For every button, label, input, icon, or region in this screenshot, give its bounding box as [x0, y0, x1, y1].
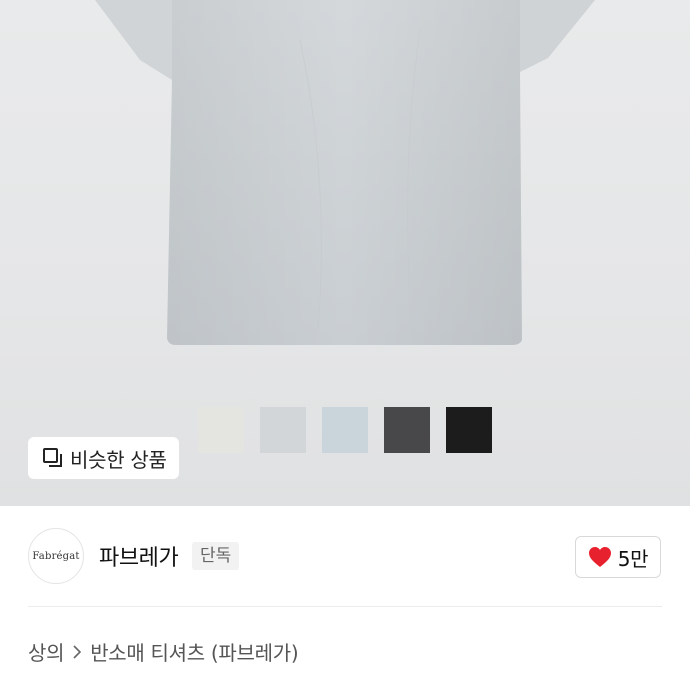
color-swatches	[198, 407, 492, 453]
color-swatch[interactable]	[384, 407, 430, 453]
section-divider	[28, 606, 662, 607]
similar-items-icon	[43, 448, 62, 467]
heart-icon	[588, 547, 611, 567]
color-swatch[interactable]	[198, 407, 244, 453]
brand-name[interactable]: 파브레가	[99, 540, 179, 572]
similar-products-label: 비슷한 상품	[70, 447, 167, 472]
like-button[interactable]: 5만	[575, 536, 661, 578]
color-swatch[interactable]	[322, 407, 368, 453]
exclusive-badge: 단독	[192, 542, 240, 570]
chevron-right-icon	[73, 644, 82, 659]
breadcrumb-item-category[interactable]: 상의	[28, 637, 65, 666]
product-image-area[interactable]: 비슷한 상품	[0, 0, 690, 506]
similar-products-button[interactable]: 비슷한 상품	[28, 437, 179, 479]
brand-row: Fabrégat 파브레가 단독 5만	[0, 506, 690, 606]
color-swatch[interactable]	[260, 407, 306, 453]
brand-logo-text: Fabrégat	[32, 550, 80, 562]
brand-logo[interactable]: Fabrégat	[28, 528, 84, 584]
like-count: 5만	[617, 546, 649, 571]
product-detail-page: 비슷한 상품 Fabrégat 파브레가 단독 5만 상의 반소매 티셔츠 (파…	[0, 0, 690, 690]
breadcrumb-item-subcategory[interactable]: 반소매 티셔츠 (파브레가)	[90, 637, 298, 666]
color-swatch[interactable]	[446, 407, 492, 453]
breadcrumb: 상의 반소매 티셔츠 (파브레가)	[28, 637, 299, 666]
